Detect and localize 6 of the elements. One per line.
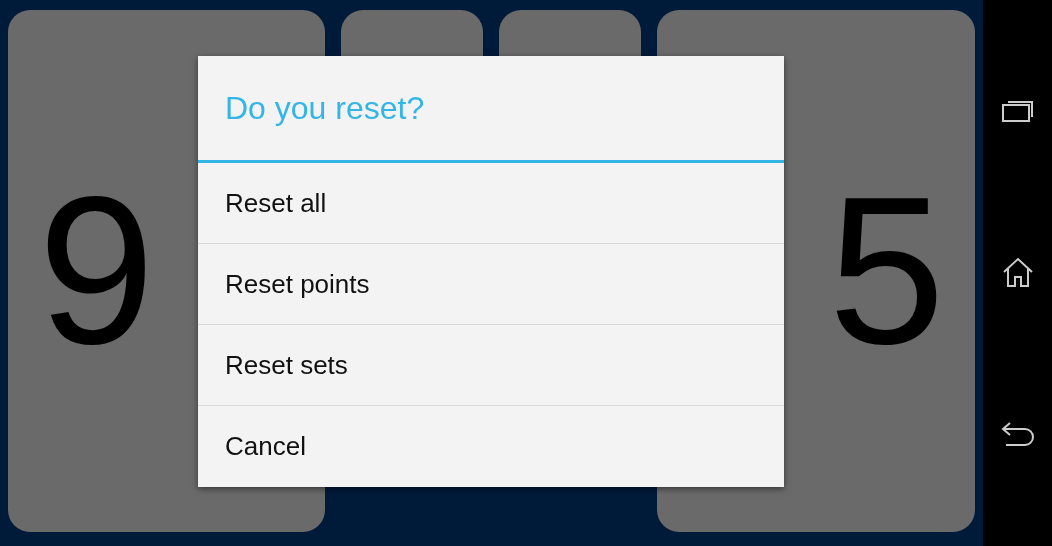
dialog-option[interactable]: Reset sets [198, 325, 784, 406]
score-digit: 5 [828, 166, 945, 376]
dialog-option[interactable]: Reset points [198, 244, 784, 325]
score-digit: 9 [38, 166, 155, 376]
dialog-title: Do you reset? [198, 56, 784, 163]
dialog-option[interactable]: Reset all [198, 163, 784, 244]
